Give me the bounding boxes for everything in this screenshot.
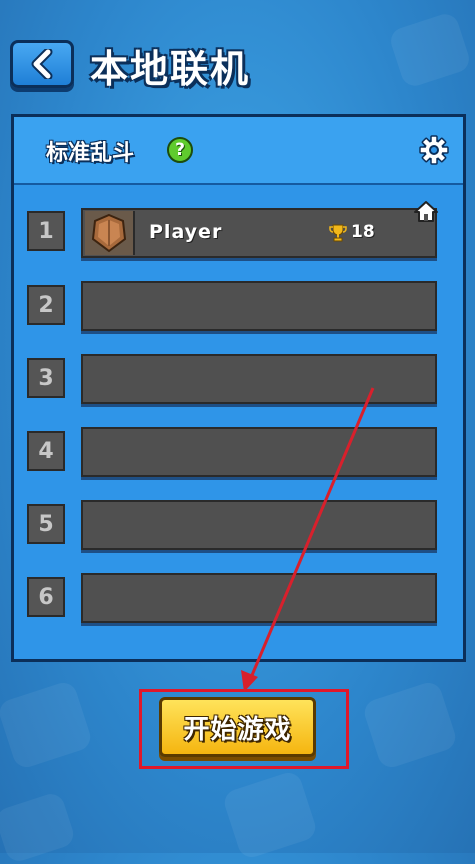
slot-number: 4 xyxy=(27,431,65,471)
empty-player-slot[interactable] xyxy=(81,354,437,404)
player-name: Player xyxy=(149,221,223,243)
help-icon[interactable]: ? xyxy=(167,137,193,163)
shield-badge-icon xyxy=(91,213,127,253)
slot-number: 3 xyxy=(27,358,65,398)
start-game-label: 开始游戏 xyxy=(183,714,292,745)
trophy-icon xyxy=(329,224,347,242)
background-decoration xyxy=(0,679,94,771)
background-decoration xyxy=(387,10,473,90)
background-decoration xyxy=(221,769,319,861)
empty-player-slot[interactable] xyxy=(81,281,437,331)
back-button[interactable] xyxy=(10,40,74,88)
trophy-count: 18 xyxy=(351,222,375,242)
gear-icon[interactable] xyxy=(419,135,449,165)
empty-player-slot[interactable] xyxy=(81,500,437,550)
home-icon xyxy=(414,201,438,222)
slot-number: 5 xyxy=(27,504,65,544)
chevron-left-icon xyxy=(31,49,53,79)
game-mode-label: 标准乱斗 xyxy=(46,141,135,166)
slot-number: 1 xyxy=(27,211,65,251)
page-title: 本地联机 xyxy=(90,47,251,91)
lobby-panel: 标准乱斗 ? 1 Player 18 2 3 4 5 6 xyxy=(11,114,466,662)
avatar xyxy=(85,211,135,255)
player-slot[interactable]: Player 18 xyxy=(81,201,438,258)
empty-player-slot[interactable] xyxy=(81,427,437,477)
empty-player-slot[interactable] xyxy=(81,573,437,623)
slot-number: 2 xyxy=(27,285,65,325)
background-decoration xyxy=(361,679,459,771)
slot-number: 6 xyxy=(27,577,65,617)
panel-header: 标准乱斗 ? xyxy=(14,117,463,185)
start-game-button[interactable]: 开始游戏 xyxy=(159,697,316,757)
